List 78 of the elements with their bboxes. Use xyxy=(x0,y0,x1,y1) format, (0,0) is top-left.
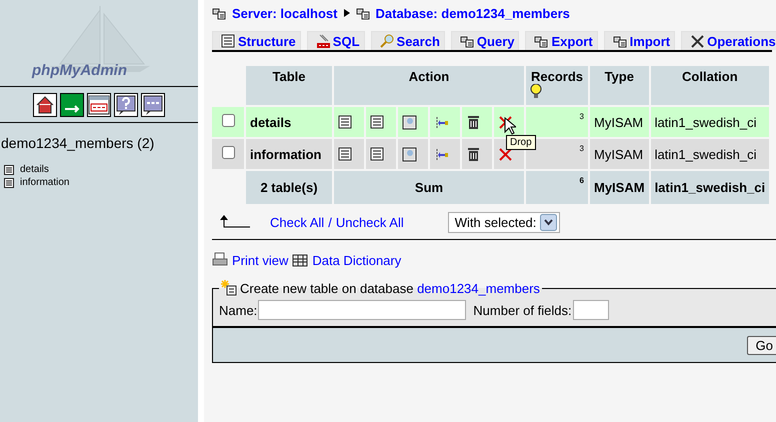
column-header: Table xyxy=(246,66,332,105)
drop-icon[interactable] xyxy=(498,146,513,162)
table-grid-icon xyxy=(292,252,308,268)
tab[interactable]: Search xyxy=(370,31,445,50)
column-header: Action xyxy=(408,69,450,84)
server-link[interactable]: Server: localhost xyxy=(232,6,338,20)
fields-field[interactable] xyxy=(572,300,609,320)
table-icon xyxy=(4,178,14,188)
separator-text: / xyxy=(328,214,332,230)
table-link[interactable]: details xyxy=(20,164,49,175)
tab[interactable]: SQL xyxy=(306,31,365,50)
lightbulb-icon xyxy=(530,84,542,98)
home-icon xyxy=(34,94,56,116)
tab[interactable]: Structure xyxy=(212,31,301,50)
cursor-icon xyxy=(504,117,516,135)
collation-cell: latin1_swedish_ci xyxy=(650,139,770,169)
records-cell: 3 xyxy=(526,107,588,137)
go-button[interactable]: Go xyxy=(746,336,776,354)
with-selected-dropdown[interactable]: With selected: xyxy=(448,212,560,232)
summary-cell: Sum xyxy=(334,171,524,204)
speech-bubble-button[interactable] xyxy=(141,93,165,117)
help-icon xyxy=(115,94,137,116)
name-field[interactable] xyxy=(258,300,466,320)
tab[interactable]: Import xyxy=(604,31,676,50)
table-name-cell: details xyxy=(246,107,332,137)
database-link[interactable]: demo1234_members (2) xyxy=(0,123,198,151)
uncheck-all-link[interactable]: Uncheck All xyxy=(336,214,404,230)
new-table-icon xyxy=(221,280,237,296)
printer-icon xyxy=(212,252,228,268)
sql-window-icon xyxy=(88,94,110,116)
row-checkbox[interactable] xyxy=(222,114,234,127)
legend-text: Create new table on database demo1234_members xyxy=(240,280,540,296)
server-icon xyxy=(212,6,226,20)
home-button[interactable] xyxy=(33,93,57,117)
database-icon xyxy=(460,34,475,49)
tab[interactable]: Export xyxy=(525,31,598,50)
column-header: Records xyxy=(530,69,584,84)
summary-cell: MyISAM xyxy=(590,171,649,204)
check-all-link[interactable]: Check All xyxy=(270,214,324,230)
insert-icon[interactable] xyxy=(434,114,449,130)
row-checkbox[interactable] xyxy=(222,146,234,159)
database-link[interactable]: Database: demo1234_members xyxy=(376,6,570,20)
exit-button[interactable] xyxy=(60,93,84,117)
link[interactable]: Data Dictionary xyxy=(312,252,402,268)
summary-cell: 2 table(s) xyxy=(246,171,332,204)
type-cell: MyISAM xyxy=(590,139,649,169)
database-icon xyxy=(612,34,628,49)
caret-icon xyxy=(540,214,558,230)
drop-icon[interactable] xyxy=(498,114,513,130)
sql-window-button[interactable] xyxy=(87,93,111,117)
table-name-cell: information xyxy=(246,139,332,169)
summary-cell: 6 xyxy=(526,171,588,204)
database-icon xyxy=(534,34,550,49)
database-icon xyxy=(356,6,370,20)
exit-icon xyxy=(61,94,83,116)
table-icon xyxy=(4,164,14,174)
speech-bubble-icon xyxy=(142,94,164,116)
fields-label: Number of fields: xyxy=(473,302,572,318)
help-button[interactable] xyxy=(114,93,138,117)
link[interactable]: Print view xyxy=(232,252,288,268)
name-label: Name: xyxy=(219,302,258,318)
tab[interactable]: Query xyxy=(450,31,520,50)
summary-cell: latin1_swedish_ci xyxy=(650,171,770,204)
column-header: Collation xyxy=(650,66,770,105)
database-link[interactable]: demo1234_members xyxy=(417,280,540,296)
column-header: Type xyxy=(590,66,649,105)
tab[interactable]: Operations xyxy=(681,31,776,50)
trash-icon[interactable] xyxy=(466,114,481,130)
logo-text: phpMyAdmin xyxy=(32,62,127,79)
arrow-icon xyxy=(344,9,350,17)
insert-icon[interactable] xyxy=(434,146,449,162)
trash-icon[interactable] xyxy=(466,146,481,162)
table-link[interactable]: information xyxy=(20,177,70,188)
corner-arrow-icon xyxy=(220,215,250,229)
magnifier-icon xyxy=(380,34,395,49)
collation-cell: latin1_swedish_ci xyxy=(650,107,770,137)
tooltip: Drop xyxy=(506,135,536,150)
type-cell: MyISAM xyxy=(590,107,649,137)
